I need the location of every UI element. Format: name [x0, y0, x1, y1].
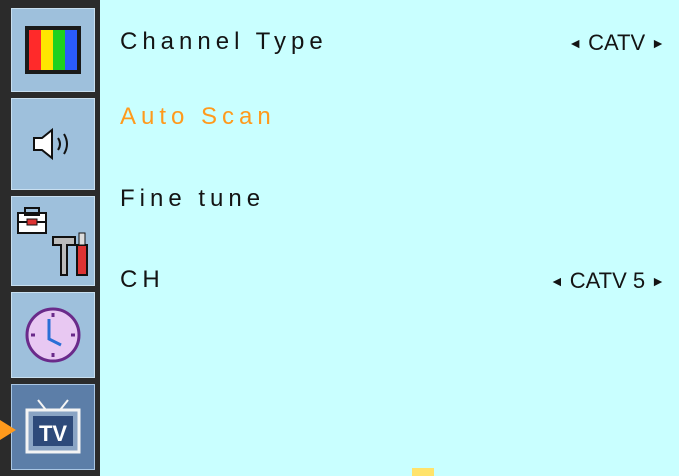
menu-item-fine-tune[interactable]: Fine tune: [120, 185, 665, 225]
sidebar-item-tv[interactable]: TV: [11, 384, 95, 470]
scroll-indicator: [412, 468, 434, 476]
right-arrow-icon[interactable]: ►: [651, 35, 665, 51]
selection-pointer: [0, 420, 16, 440]
clock-icon: [25, 307, 81, 363]
sidebar-item-setup[interactable]: [11, 196, 95, 286]
toolbox-icon: [17, 207, 88, 276]
menu-item-label: CH: [120, 266, 165, 293]
tv-icon-label: TV: [39, 421, 67, 446]
menu-item-channel-type[interactable]: Channel Type ◄ CATV ►: [120, 28, 665, 68]
left-arrow-icon[interactable]: ◄: [550, 273, 564, 289]
sidebar-item-time[interactable]: [11, 292, 95, 378]
right-arrow-icon[interactable]: ►: [651, 273, 665, 289]
sidebar: TV: [0, 0, 100, 476]
sidebar-item-picture[interactable]: [11, 8, 95, 92]
tv-icon: TV: [25, 399, 81, 454]
channel-selector[interactable]: ◄ CATV 5 ►: [550, 268, 665, 294]
channel-value: CATV 5: [569, 268, 646, 293]
left-arrow-icon[interactable]: ◄: [568, 35, 582, 51]
color-bars-icon: [25, 26, 81, 74]
menu-item-label: Fine tune: [120, 185, 266, 212]
menu-item-label: Auto Scan: [120, 103, 276, 130]
channel-type-value: CATV: [588, 30, 646, 55]
menu-item-ch[interactable]: CH ◄ CATV 5 ►: [120, 266, 665, 306]
menu-item-label: Channel Type: [120, 28, 328, 55]
sidebar-item-sound[interactable]: [11, 98, 95, 190]
speaker-icon: [33, 127, 68, 161]
menu-item-auto-scan[interactable]: Auto Scan: [120, 103, 665, 143]
channel-menu: Channel Type ◄ CATV ► Auto Scan Fine tun…: [100, 0, 679, 476]
channel-type-selector[interactable]: ◄ CATV ►: [568, 30, 665, 56]
